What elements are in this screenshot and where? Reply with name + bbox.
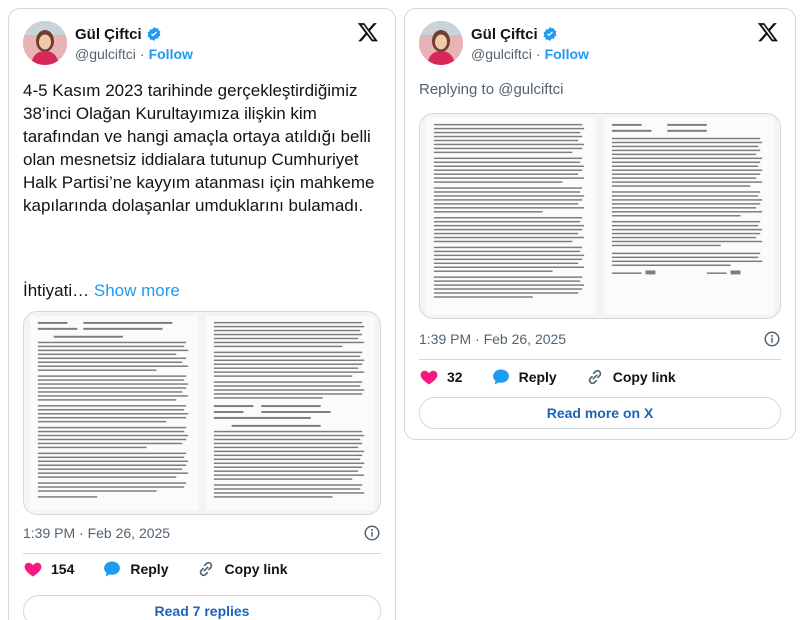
copy-link-label: Copy link bbox=[612, 369, 676, 385]
avatar[interactable] bbox=[419, 21, 463, 65]
author-name[interactable]: Gül Çiftci bbox=[75, 26, 142, 43]
author-handle[interactable]: @gulciftci bbox=[75, 46, 136, 62]
tweet-card-main[interactable]: Gül Çiftci @gulciftci · Follow 4-5 Kasım… bbox=[8, 8, 396, 620]
copy-link-button[interactable]: Copy link bbox=[196, 559, 288, 579]
separator-dot: · bbox=[535, 46, 541, 62]
avatar[interactable] bbox=[23, 21, 67, 65]
tweet-truncation: İhtiyati… Show more bbox=[23, 279, 180, 302]
show-more-link[interactable]: Show more bbox=[94, 281, 180, 300]
author-handle[interactable]: @gulciftci bbox=[471, 46, 532, 62]
separator-dot: · bbox=[139, 46, 145, 62]
tweet-meta: 1:39 PM · Feb 26, 2025 bbox=[419, 331, 781, 347]
verified-badge-icon bbox=[542, 26, 558, 42]
follow-button[interactable]: Follow bbox=[149, 46, 193, 62]
follow-button[interactable]: Follow bbox=[545, 46, 589, 62]
like-count: 32 bbox=[447, 369, 463, 385]
timestamp[interactable]: 1:39 PM · Feb 26, 2025 bbox=[419, 331, 566, 347]
reply-label: Reply bbox=[130, 561, 169, 577]
replying-to: Replying to @gulciftci bbox=[419, 81, 564, 98]
heart-icon bbox=[419, 367, 439, 387]
document-image[interactable] bbox=[23, 311, 381, 515]
reply-button[interactable]: Reply bbox=[491, 367, 557, 387]
author-name[interactable]: Gül Çiftci bbox=[471, 26, 538, 43]
tweet-body: 4-5 Kasım 2023 tarihinde gerçekleştirdiğ… bbox=[23, 81, 375, 215]
tweet-card-reply[interactable]: Gül Çiftci @gulciftci · Follow Replying … bbox=[404, 8, 796, 440]
tweet-header: Gül Çiftci @gulciftci · Follow bbox=[419, 21, 781, 69]
link-icon bbox=[585, 367, 605, 387]
tweet-meta: 1:39 PM · Feb 26, 2025 bbox=[23, 525, 381, 541]
reply-icon bbox=[102, 559, 122, 579]
link-icon bbox=[196, 559, 216, 579]
info-icon[interactable] bbox=[763, 330, 781, 348]
document-scan-icon bbox=[24, 312, 380, 514]
info-icon[interactable] bbox=[363, 524, 381, 542]
tweet-header: Gül Çiftci @gulciftci · Follow bbox=[23, 21, 381, 69]
copy-link-label: Copy link bbox=[224, 561, 288, 577]
read-replies-button[interactable]: Read 7 replies bbox=[23, 595, 381, 620]
read-more-button[interactable]: Read more on X bbox=[419, 397, 781, 429]
reply-icon bbox=[491, 367, 511, 387]
divider bbox=[23, 553, 381, 554]
reply-label: Reply bbox=[518, 369, 557, 385]
like-button[interactable]: 32 bbox=[419, 367, 463, 387]
x-logo-icon[interactable] bbox=[357, 21, 381, 45]
verified-badge-icon bbox=[146, 26, 162, 42]
heart-icon bbox=[23, 559, 43, 579]
x-logo-icon[interactable] bbox=[757, 21, 781, 45]
copy-link-button[interactable]: Copy link bbox=[585, 367, 676, 387]
divider bbox=[419, 359, 781, 360]
truncated-text: İhtiyati… bbox=[23, 281, 90, 300]
action-bar: 154 Reply Copy link bbox=[23, 557, 381, 581]
document-image[interactable] bbox=[419, 113, 781, 319]
like-button[interactable]: 154 bbox=[23, 559, 74, 579]
action-bar: 32 Reply Copy link bbox=[419, 365, 781, 389]
timestamp[interactable]: 1:39 PM · Feb 26, 2025 bbox=[23, 525, 170, 541]
document-scan-icon bbox=[420, 114, 780, 318]
reply-button[interactable]: Reply bbox=[102, 559, 168, 579]
like-count: 154 bbox=[51, 561, 75, 577]
